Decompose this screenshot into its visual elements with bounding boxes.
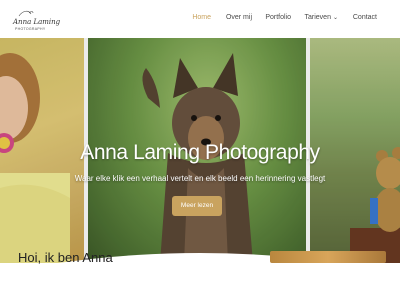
hero-title: Anna Laming Photography [80, 141, 320, 164]
nav-item-contact[interactable]: Contact [353, 14, 377, 21]
read-more-button[interactable]: Meer lezen [172, 196, 222, 216]
site-header: Anna Laming PHOTOGRAPHY Home Over mij Po… [0, 0, 400, 38]
nav-item-over-mij[interactable]: Over mij [226, 14, 252, 21]
logo-subtitle: PHOTOGRAPHY [15, 27, 46, 31]
nav-item-home[interactable]: Home [192, 14, 211, 21]
section-heading: Hoi, ik ben Anna [18, 250, 113, 265]
nav-item-tarieven-label: Tarieven [304, 14, 331, 21]
section-image-preview [270, 251, 386, 263]
chevron-down-icon: ⌄ [332, 15, 338, 21]
nav-item-portfolio[interactable]: Portfolio [265, 14, 291, 21]
nav-item-tarieven[interactable]: Tarieven ⌄ [305, 14, 339, 21]
logo[interactable]: Anna Laming PHOTOGRAPHY [9, 8, 60, 34]
hero-subtitle: Waar elke klik een verhaal vertelt en el… [74, 174, 326, 183]
logo-script-text: Anna Laming [13, 18, 61, 26]
